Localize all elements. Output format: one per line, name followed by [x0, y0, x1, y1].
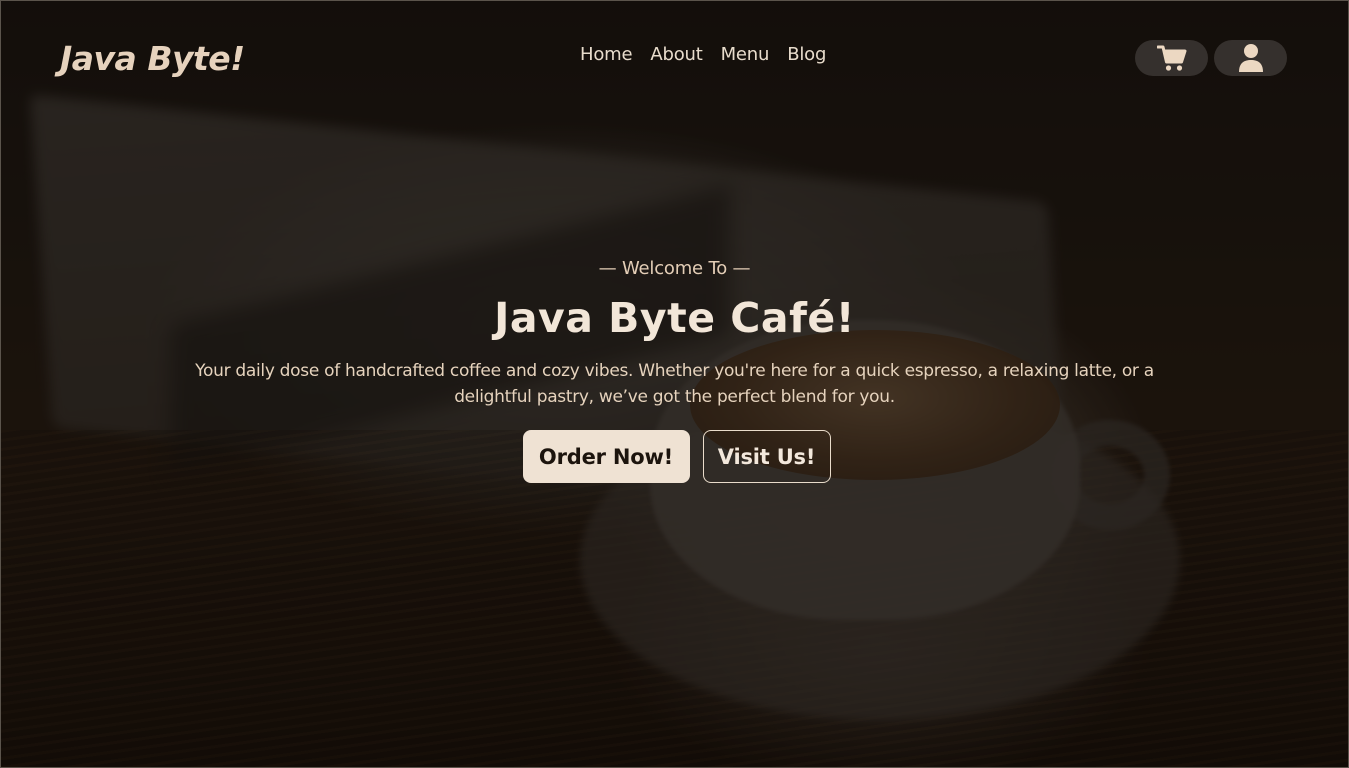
nav-link-blog[interactable]: Blog	[787, 44, 826, 65]
hero-welcome-text: — Welcome To —	[598, 258, 751, 279]
hero-section: — Welcome To — Java Byte Café! Your dail…	[0, 258, 1349, 483]
cart-icon	[1156, 44, 1187, 72]
hero-actions: Order Now! Visit Us!	[0, 430, 1349, 483]
nav-link-menu[interactable]: Menu	[721, 44, 770, 65]
hero-description: Your daily dose of handcrafted coffee an…	[195, 361, 1154, 407]
account-button[interactable]	[1214, 40, 1287, 76]
visit-us-button[interactable]: Visit Us!	[702, 430, 831, 483]
hero-title: Java Byte Café!	[494, 294, 855, 342]
header-actions	[1135, 40, 1287, 76]
main-nav: Home About Menu Blog	[580, 44, 826, 65]
user-icon	[1238, 43, 1264, 73]
cart-button[interactable]	[1135, 40, 1208, 76]
site-logo[interactable]: Java Byte!	[60, 39, 360, 78]
order-now-button[interactable]: Order Now!	[522, 430, 690, 483]
nav-link-about[interactable]: About	[650, 44, 702, 65]
nav-link-home[interactable]: Home	[580, 44, 633, 65]
site-header: Java Byte! Home About Menu Blog	[0, 0, 1349, 116]
